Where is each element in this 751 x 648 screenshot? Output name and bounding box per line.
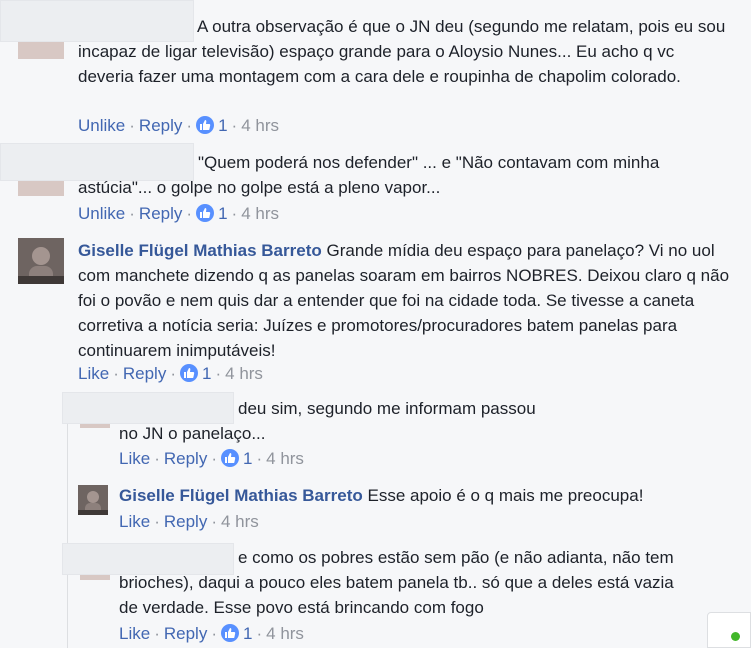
- chat-status-indicator[interactable]: [707, 612, 751, 648]
- reply-text: e como os pobres estão sem pão (e não ad…: [119, 548, 674, 617]
- reply-button[interactable]: Reply: [123, 364, 166, 383]
- reply-button[interactable]: Reply: [139, 116, 182, 135]
- avatar[interactable]: [78, 485, 108, 515]
- reply-button[interactable]: Reply: [164, 449, 207, 468]
- author-name[interactable]: Giselle Flügel Mathias Barreto: [119, 486, 363, 505]
- like-count[interactable]: 1: [221, 624, 252, 643]
- author-name[interactable]: Giselle Flügel Mathias Barreto: [78, 241, 322, 260]
- like-icon: [180, 364, 198, 382]
- like-count[interactable]: 1: [196, 116, 228, 135]
- timestamp[interactable]: 4 hrs: [225, 364, 263, 383]
- like-count[interactable]: 1: [221, 449, 252, 468]
- like-button[interactable]: Like: [78, 364, 109, 383]
- like-button[interactable]: Like: [119, 624, 150, 643]
- like-icon: [196, 116, 215, 134]
- avatar[interactable]: [18, 238, 64, 284]
- comment-text: Giselle Flügel Mathias Barreto Grande mí…: [78, 241, 730, 360]
- reply-thread-line: [67, 395, 68, 648]
- like-icon: [196, 204, 215, 222]
- timestamp[interactable]: 4 hrs: [241, 116, 279, 135]
- like-icon: [221, 449, 239, 467]
- reply-text: deu sim, segundo me informam passou no J…: [119, 399, 536, 443]
- reply-actions: Like · Reply · 1 · 4 hrs: [119, 449, 304, 468]
- like-count[interactable]: 1: [196, 204, 228, 223]
- like-button[interactable]: Like: [119, 512, 150, 531]
- unlike-button[interactable]: Unlike: [78, 204, 125, 223]
- like-icon: [221, 624, 239, 642]
- reply-button[interactable]: Reply: [139, 204, 182, 223]
- reply-actions: Like · Reply · 1 · 4 hrs: [119, 624, 304, 643]
- timestamp[interactable]: 4 hrs: [266, 449, 304, 468]
- comment-actions: Like · Reply · 1 · 4 hrs: [78, 364, 263, 383]
- reply-text: Giselle Flügel Mathias Barreto Esse apoi…: [119, 486, 644, 505]
- timestamp[interactable]: 4 hrs: [266, 624, 304, 643]
- unlike-button[interactable]: Unlike: [78, 116, 125, 135]
- comment-text: "Quem poderá nos defender" ... e "Não co…: [78, 153, 660, 197]
- comment-actions: Unlike · Reply · 1 · 4 hrs: [78, 116, 279, 135]
- comment-text: A outra observação é que o JN deu (segun…: [78, 17, 726, 86]
- reply-actions: Like · Reply · 4 hrs: [119, 512, 259, 531]
- like-count[interactable]: 1: [180, 364, 211, 383]
- online-dot-icon: [731, 632, 740, 641]
- like-button[interactable]: Like: [119, 449, 150, 468]
- reply-button[interactable]: Reply: [164, 624, 207, 643]
- timestamp[interactable]: 4 hrs: [221, 512, 259, 531]
- reply-button[interactable]: Reply: [164, 512, 207, 531]
- comment-actions: Unlike · Reply · 1 · 4 hrs: [78, 204, 279, 223]
- timestamp[interactable]: 4 hrs: [241, 204, 279, 223]
